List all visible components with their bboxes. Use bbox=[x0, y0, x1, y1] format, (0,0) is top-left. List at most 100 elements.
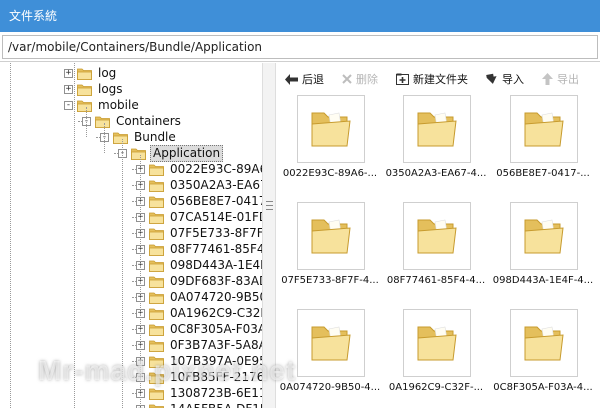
tree-node-label: Containers bbox=[116, 113, 181, 128]
folder-icon bbox=[311, 112, 351, 147]
path-input[interactable] bbox=[2, 35, 598, 59]
folder-thumbnail[interactable] bbox=[510, 95, 578, 163]
file-name: 098D443A-1E4F-4... bbox=[492, 275, 594, 286]
delete-label: 删除 bbox=[356, 73, 378, 86]
folder-thumbnail[interactable] bbox=[403, 95, 471, 163]
folder-icon bbox=[149, 404, 164, 408]
watermark-text: Mr-mad.pixnet.net bbox=[38, 355, 297, 386]
tree-node[interactable]: +08F77461-85F4-4 bbox=[136, 241, 262, 257]
expand-icon[interactable]: + bbox=[64, 68, 73, 78]
file-tile[interactable]: 07F5E733-8F7F-4... bbox=[277, 202, 383, 302]
tree-node[interactable]: +09DF683F-83AD-4 bbox=[136, 273, 262, 289]
back-button[interactable]: 后退 bbox=[285, 71, 324, 87]
tree-node[interactable]: +07F5E733-8F7F-4 bbox=[136, 225, 262, 241]
back-arrow-icon bbox=[285, 73, 298, 85]
tree-node[interactable]: +1308723B-6E11-4 bbox=[136, 385, 262, 401]
tree-node-label: Application bbox=[150, 144, 224, 162]
file-name: 08F77461-85F4-4... bbox=[386, 275, 486, 286]
folder-icon bbox=[149, 164, 164, 176]
expand-icon[interactable]: + bbox=[64, 84, 73, 94]
file-name: 07F5E733-8F7F-4... bbox=[281, 275, 379, 286]
tree-node-label: 0C8F305A-F03A-4 bbox=[170, 321, 262, 336]
tree-node-label: Bundle bbox=[134, 129, 176, 144]
folder-icon bbox=[77, 68, 92, 80]
tree-node-label: 0A1962C9-C32F-4 bbox=[170, 305, 262, 320]
folder-icon bbox=[149, 228, 164, 240]
folder-thumbnail[interactable] bbox=[403, 309, 471, 377]
file-tile[interactable]: 056BE8E7-0417-... bbox=[490, 95, 596, 195]
file-tile[interactable]: 098D443A-1E4F-4... bbox=[490, 202, 596, 302]
folder-icon bbox=[149, 308, 164, 320]
tree-node[interactable]: - Containers bbox=[82, 113, 183, 129]
folder-thumbnail[interactable] bbox=[510, 202, 578, 270]
tree-node[interactable]: - Bundle bbox=[100, 129, 178, 145]
folder-icon bbox=[417, 219, 457, 254]
tree-node-label: mobile bbox=[98, 97, 139, 112]
tree-node[interactable]: +14A5FB5A-DF1F-4 bbox=[136, 401, 262, 408]
tree-node[interactable]: - mobile bbox=[64, 97, 141, 113]
collapse-icon[interactable]: - bbox=[64, 100, 73, 110]
tree-node-label: 08F77461-85F4-4 bbox=[170, 241, 262, 256]
folder-icon bbox=[311, 326, 351, 361]
folder-icon bbox=[77, 84, 92, 96]
folder-icon bbox=[149, 276, 164, 288]
folder-icon bbox=[524, 326, 564, 361]
folder-thumbnail[interactable] bbox=[510, 309, 578, 377]
tree-node-label: 098D443A-1E4F-4 bbox=[170, 257, 262, 272]
tree-node[interactable]: + logs bbox=[64, 81, 125, 97]
tree-node[interactable]: +0A1962C9-C32F-4 bbox=[136, 305, 262, 321]
file-name: 0A1962C9-C32F-... bbox=[388, 382, 484, 393]
path-bar bbox=[0, 32, 600, 62]
folder-icon bbox=[131, 148, 146, 160]
folder-icon bbox=[149, 292, 164, 304]
import-label: 导入 bbox=[502, 73, 524, 86]
tree-node[interactable]: +0F3B7A3F-5A8A-4 bbox=[136, 337, 262, 353]
folder-icon bbox=[95, 116, 110, 128]
tree-node[interactable]: +098D443A-1E4F-4 bbox=[136, 257, 262, 273]
tree-node-label: log bbox=[98, 65, 117, 80]
file-name: 0C8F305A-F03A-4... bbox=[493, 382, 593, 393]
file-tile[interactable]: 0350A2A3-EA67-4... bbox=[383, 95, 489, 195]
folder-thumbnail[interactable] bbox=[297, 309, 365, 377]
file-name: 0022E93C-89A6-... bbox=[282, 168, 378, 179]
folder-icon bbox=[149, 260, 164, 272]
export-label: 导出 bbox=[557, 73, 579, 86]
export-arrow-icon bbox=[542, 73, 553, 85]
tree-node-label: 14A5FB5A-DF1F-4 bbox=[168, 402, 262, 408]
folder-thumbnail[interactable] bbox=[297, 95, 365, 163]
new-folder-button[interactable]: 新建文件夹 bbox=[396, 71, 468, 87]
folder-icon bbox=[149, 180, 164, 192]
folder-icon bbox=[149, 324, 164, 336]
file-tile[interactable]: 08F77461-85F4-4... bbox=[383, 202, 489, 302]
tree-node[interactable]: +0A074720-9B50-4 bbox=[136, 289, 262, 305]
tree-node[interactable]: +0022E93C-89A6-4 bbox=[136, 161, 262, 177]
file-tile[interactable]: 0022E93C-89A6-... bbox=[277, 95, 383, 195]
tree-node[interactable]: +056BE8E7-0417-4 bbox=[136, 193, 262, 209]
file-tile[interactable]: 0C8F305A-F03A-4... bbox=[490, 309, 596, 408]
export-button[interactable]: 导出 bbox=[542, 71, 579, 87]
folder-icon bbox=[149, 212, 164, 224]
tree-node[interactable]: - Application bbox=[118, 144, 224, 162]
file-tile[interactable]: 0A1962C9-C32F-... bbox=[383, 309, 489, 408]
tree-node-label: 07CA514E-01FD-4 bbox=[170, 209, 262, 224]
folder-thumbnail[interactable] bbox=[297, 202, 365, 270]
folder-icon bbox=[417, 112, 457, 147]
tree-node-label: 09DF683F-83AD-4 bbox=[170, 273, 262, 288]
tree-node-label: 1308723B-6E11-4 bbox=[170, 385, 262, 400]
new-folder-icon bbox=[396, 73, 409, 85]
folder-thumbnail[interactable] bbox=[403, 202, 471, 270]
tree-node[interactable]: +0C8F305A-F03A-4 bbox=[136, 321, 262, 337]
folder-icon bbox=[149, 196, 164, 208]
tree-node[interactable]: +07CA514E-01FD-4 bbox=[136, 209, 262, 225]
delete-button[interactable]: 删除 bbox=[342, 71, 378, 87]
window-title: 文件系統 bbox=[0, 0, 600, 32]
file-name: 0350A2A3-EA67-4... bbox=[385, 168, 487, 179]
import-button[interactable]: 导入 bbox=[486, 71, 524, 87]
tree-node[interactable]: +0350A2A3-EA67-4 bbox=[136, 177, 262, 193]
tree-node[interactable]: + log bbox=[64, 65, 118, 81]
tree-node-label: 0022E93C-89A6-4 bbox=[170, 161, 262, 176]
folder-icon bbox=[524, 219, 564, 254]
tree-node-label: 056BE8E7-0417-4 bbox=[170, 193, 262, 208]
toolbar: 后退 删除 新建文件夹 导入 导出 bbox=[277, 63, 600, 95]
new-folder-label: 新建文件夹 bbox=[413, 73, 468, 86]
